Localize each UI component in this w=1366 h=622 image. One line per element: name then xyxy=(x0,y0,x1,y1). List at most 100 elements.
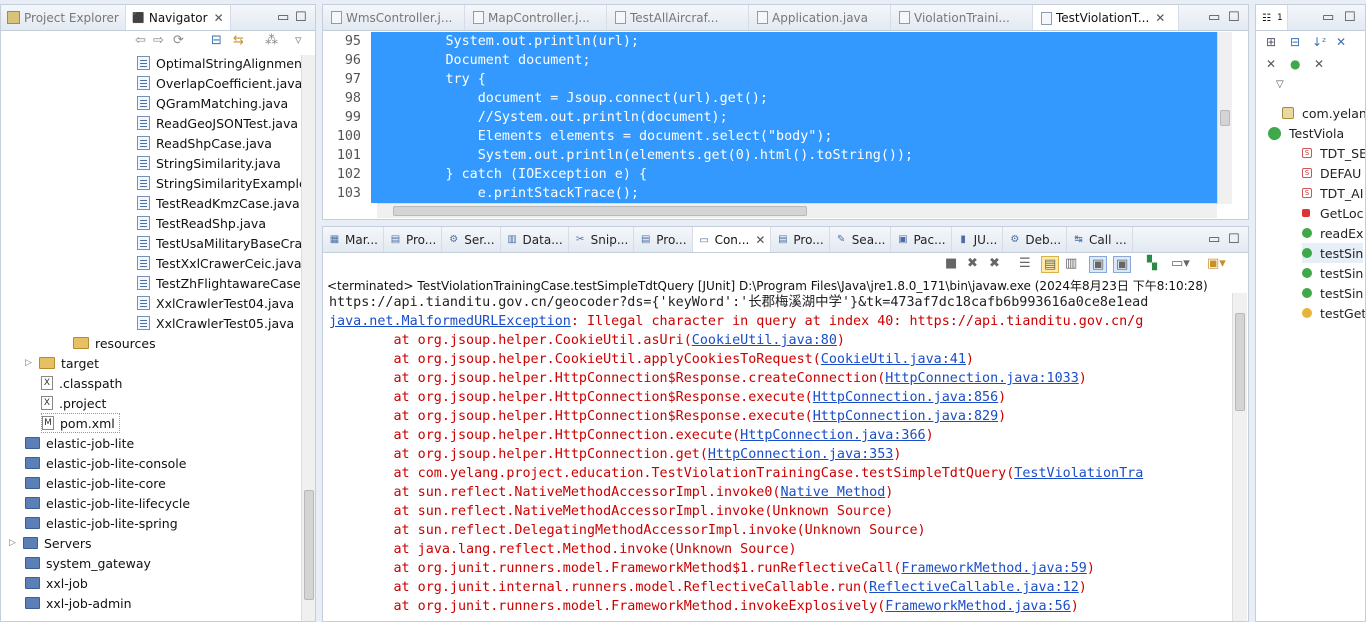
close-icon[interactable]: ✕ xyxy=(214,11,224,25)
word-wrap-icon[interactable]: ▥ xyxy=(1065,256,1077,271)
stack-link[interactable]: CookieUtil.java:41 xyxy=(821,352,966,367)
filter-icon[interactable]: ⁂ xyxy=(265,33,278,48)
expand-arrow-icon[interactable]: ▷ xyxy=(25,358,37,368)
tree-item[interactable]: elastic-job-lite-lifecycle xyxy=(25,493,190,513)
tree-item[interactable]: system_gateway xyxy=(25,553,151,573)
console-tab[interactable]: ↹ Call ... xyxy=(1067,227,1133,252)
console-tab[interactable]: ▤ Pro... xyxy=(771,227,830,252)
pin-console-icon[interactable]: ▚ xyxy=(1147,256,1157,271)
stack-link[interactable]: HttpConnection.java:829 xyxy=(813,409,998,424)
stack-link[interactable]: HttpConnection.java:1033 xyxy=(885,371,1078,386)
outline-item[interactable]: com.yelan xyxy=(1282,103,1365,123)
tree-item[interactable]: TestReadKmzCase.java xyxy=(137,193,300,213)
tree-item[interactable]: ReadShpCase.java xyxy=(137,133,272,153)
show-on-stderr-icon[interactable]: ▣ xyxy=(1113,256,1132,273)
console-tab[interactable]: ▤ Pro... xyxy=(384,227,443,252)
editor-tab[interactable]: TestViolationT... ✕ xyxy=(1033,5,1179,30)
maximize-icon[interactable]: ☐ xyxy=(1228,232,1240,247)
console-tab[interactable]: ▦ Mar... xyxy=(323,227,384,252)
collapse-all-icon[interactable]: ⊟ xyxy=(211,33,222,48)
tree-item[interactable]: ▷ Servers xyxy=(9,533,92,553)
tree-item[interactable]: XxlCrawlerTest05.java xyxy=(137,313,294,333)
tree-item[interactable]: TestXxlCrawerCeic.java xyxy=(137,253,302,273)
code-editor[interactable]: 95 System.out.println(url); 96 Document d… xyxy=(323,32,1218,219)
tree-item[interactable]: TestZhFlightawareCase.ja xyxy=(137,273,315,293)
tab-project-explorer[interactable]: Project Explorer xyxy=(1,5,126,30)
console-tab[interactable]: ✎ Sea... xyxy=(830,227,892,252)
minimize-icon[interactable]: ▭ xyxy=(1322,10,1334,25)
editor-tab[interactable]: ViolationTraini... xyxy=(891,5,1033,30)
editor-tab[interactable]: WmsController.j... xyxy=(323,5,465,30)
tree-item[interactable]: TestUsaMilitaryBaseCraw xyxy=(137,233,312,253)
minimize-icon[interactable]: ▭ xyxy=(1208,232,1220,247)
console-tab[interactable]: ✂ Snip... xyxy=(569,227,635,252)
hide-fields-icon[interactable]: ✕ xyxy=(1336,35,1346,49)
stack-link[interactable]: FrameworkMethod.java:59 xyxy=(901,561,1086,576)
expand-arrow-icon[interactable]: ▷ xyxy=(9,538,21,548)
editor-scroll-thumb[interactable] xyxy=(1220,110,1230,126)
stack-link[interactable]: ReflectiveCallable.java:12 xyxy=(869,580,1079,595)
minimize-icon[interactable]: ▭ xyxy=(277,10,289,25)
maximize-icon[interactable]: ☐ xyxy=(295,10,307,25)
outline-item[interactable]: S TDT_AI xyxy=(1302,183,1363,203)
outline-item[interactable]: testGet xyxy=(1302,303,1365,323)
outline-item[interactable]: S DEFAU xyxy=(1302,163,1361,183)
view-menu-icon[interactable]: ▽ xyxy=(1276,79,1284,90)
clear-console-icon[interactable]: ☰ xyxy=(1019,256,1031,271)
stack-link[interactable]: HttpConnection.java:353 xyxy=(708,447,893,462)
close-icon[interactable]: ✕ xyxy=(755,233,765,247)
console-tab[interactable]: ⚙ Ser... xyxy=(442,227,501,252)
minimize-icon[interactable]: ▭ xyxy=(1208,10,1220,25)
console-tab[interactable]: ▭ Con... ✕ xyxy=(692,227,772,252)
tree-item[interactable]: StringSimilarity.java xyxy=(137,153,281,173)
stack-link[interactable]: HttpConnection.java:856 xyxy=(813,390,998,405)
editor-vertical-scrollbar[interactable] xyxy=(1217,32,1232,204)
tree-item[interactable]: Mpom.xml xyxy=(41,413,120,433)
outline-item[interactable]: S TDT_SE xyxy=(1302,143,1365,163)
stack-link[interactable]: HttpConnection.java:366 xyxy=(740,428,925,443)
hide-nonpublic-icon[interactable]: ● xyxy=(1290,57,1300,71)
editor-tab[interactable]: MapController.j... xyxy=(465,5,607,30)
show-on-stdout-icon[interactable]: ▣ xyxy=(1089,256,1108,273)
console-tab[interactable]: ⚙ Deb... xyxy=(1003,227,1068,252)
tree-item[interactable]: elastic-job-lite-console xyxy=(25,453,186,473)
remove-all-icon[interactable]: ✖ xyxy=(989,256,1000,271)
tree-item[interactable]: elastic-job-lite xyxy=(25,433,134,453)
back-icon[interactable]: ⇦ xyxy=(135,33,146,48)
console-scrollbar[interactable] xyxy=(1232,293,1247,621)
navigator-scroll-thumb[interactable] xyxy=(304,490,314,600)
stack-link[interactable]: Native Method xyxy=(780,485,885,500)
console-tab[interactable]: ▮ JU... xyxy=(952,227,1004,252)
tree-item[interactable]: QGramMatching.java xyxy=(137,93,288,113)
editor-horizontal-scrollbar[interactable] xyxy=(377,203,1217,218)
tree-item[interactable]: StringSimilarityExample.j xyxy=(137,173,314,193)
close-icon[interactable]: ✕ xyxy=(1155,11,1165,25)
forward-icon[interactable]: ⇨ xyxy=(153,33,164,48)
tab-outline[interactable]: ☷ 1 xyxy=(1256,5,1288,30)
outline-item[interactable]: TestViola xyxy=(1268,123,1344,143)
outline-item[interactable]: testSin xyxy=(1302,263,1363,283)
console-scroll-thumb[interactable] xyxy=(1235,313,1245,411)
scroll-lock-icon[interactable]: ▤ xyxy=(1041,256,1060,273)
editor-tab[interactable]: Application.java xyxy=(749,5,891,30)
tree-item[interactable]: XxlCrawlerTest04.java xyxy=(137,293,294,313)
outline-item[interactable]: testSin xyxy=(1302,243,1364,263)
tree-item[interactable]: X .classpath xyxy=(41,373,122,393)
outline-item[interactable]: readEx xyxy=(1302,223,1363,243)
open-console-icon[interactable]: ▣▾ xyxy=(1207,256,1226,271)
hide-local-types-icon[interactable]: ✕ xyxy=(1314,57,1324,71)
console-output[interactable]: https://api.tianditu.gov.cn/geocoder?ds=… xyxy=(329,293,1230,621)
navigator-scrollbar[interactable] xyxy=(301,55,315,621)
view-menu-icon[interactable]: ▿ xyxy=(295,33,302,48)
exception-link[interactable]: java.net.MalformedURLException xyxy=(329,314,571,329)
console-tab[interactable]: ▣ Pac... xyxy=(891,227,952,252)
remove-launch-icon[interactable]: ✖ xyxy=(967,256,978,271)
outline-item[interactable]: GetLoc xyxy=(1302,203,1364,223)
up-icon[interactable]: ⟳ xyxy=(173,33,184,48)
collapse-icon[interactable]: ⊞ xyxy=(1266,35,1276,49)
display-console-icon[interactable]: ▭▾ xyxy=(1171,256,1190,271)
stack-link[interactable]: CookieUtil.java:80 xyxy=(692,333,837,348)
tree-item[interactable]: xxl-job-admin xyxy=(25,593,132,613)
tab-navigator[interactable]: ⬛ Navigator ✕ xyxy=(125,5,231,30)
terminate-icon[interactable]: ■ xyxy=(945,256,957,271)
